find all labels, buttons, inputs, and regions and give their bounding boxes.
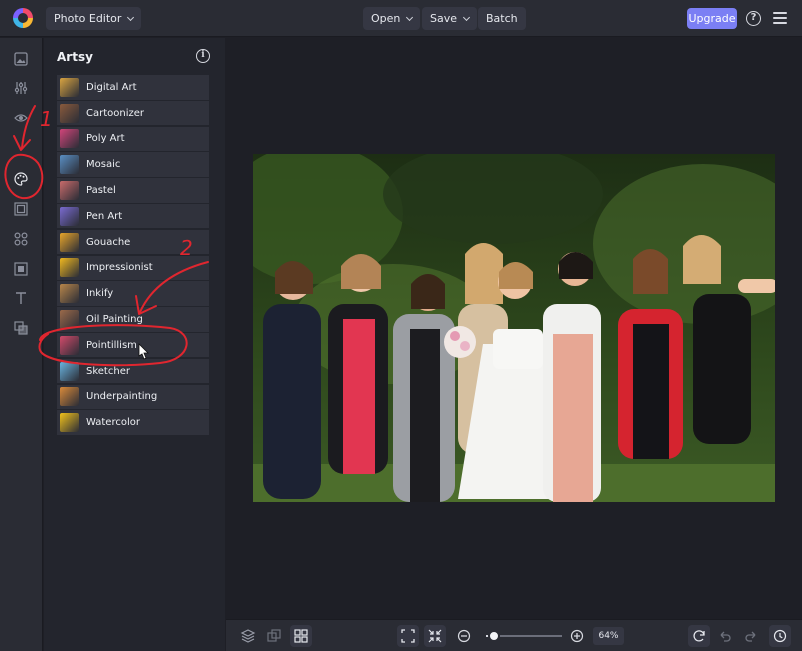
open-label: Open bbox=[371, 12, 401, 25]
effect-item[interactable]: Underpainting bbox=[57, 384, 209, 410]
effect-label: Mosaic bbox=[86, 159, 121, 171]
effect-thumbnail bbox=[60, 180, 79, 200]
artsy-panel: Artsy i Digital Art Cartoonizer Poly Art Mo… bbox=[44, 38, 225, 651]
grid-icon[interactable] bbox=[290, 625, 312, 647]
effect-thumbnail bbox=[60, 103, 79, 123]
compare-icon[interactable] bbox=[266, 628, 282, 644]
zoom-in-icon[interactable] bbox=[569, 628, 585, 644]
effect-label: Pen Art bbox=[86, 210, 123, 222]
effect-item[interactable]: Pastel bbox=[57, 178, 209, 203]
effect-item[interactable]: Watercolor bbox=[57, 410, 209, 435]
effect-thumbnail bbox=[60, 361, 79, 381]
chevron-down-icon bbox=[406, 13, 414, 22]
overlay-icon[interactable] bbox=[14, 320, 28, 335]
effect-thumbnail bbox=[60, 258, 79, 278]
effect-label: Pointillism bbox=[86, 339, 137, 351]
photo-canvas[interactable] bbox=[253, 154, 775, 502]
reset-icon[interactable] bbox=[688, 625, 710, 647]
effect-label: Sketcher bbox=[86, 365, 130, 377]
zoom-out-icon[interactable] bbox=[456, 628, 472, 644]
batch-button[interactable]: Batch bbox=[478, 7, 526, 30]
effect-thumbnail bbox=[60, 129, 79, 149]
sliders-icon[interactable] bbox=[14, 80, 28, 94]
effect-thumbnail bbox=[60, 232, 79, 252]
text-icon[interactable] bbox=[14, 290, 28, 304]
effect-item[interactable]: Gouache bbox=[57, 229, 209, 255]
effect-item[interactable]: Digital Art bbox=[57, 75, 209, 100]
effect-item[interactable]: Poly Art bbox=[57, 126, 209, 152]
chevron-down-icon bbox=[127, 13, 135, 22]
effect-thumbnail bbox=[60, 309, 79, 329]
effect-item[interactable]: Pen Art bbox=[57, 203, 209, 229]
effect-label: Impressionist bbox=[86, 262, 153, 274]
effect-item[interactable]: Sketcher bbox=[57, 358, 209, 384]
effect-item[interactable]: Inkify bbox=[57, 281, 209, 306]
panel-title: Artsy bbox=[57, 50, 93, 64]
elements-icon[interactable] bbox=[14, 231, 28, 246]
question-circle-icon[interactable]: ? bbox=[746, 11, 761, 26]
upgrade-button[interactable]: Upgrade bbox=[687, 8, 737, 29]
frame-icon[interactable] bbox=[14, 201, 28, 216]
canvas-area bbox=[226, 38, 802, 619]
palette-icon[interactable] bbox=[14, 171, 28, 186]
effect-thumbnail bbox=[60, 77, 79, 97]
crop-frame-icon[interactable] bbox=[14, 261, 28, 276]
tool-rail bbox=[0, 38, 43, 651]
effect-label: Inkify bbox=[86, 288, 114, 300]
eye-icon[interactable] bbox=[14, 110, 28, 124]
effect-list: Digital Art Cartoonizer Poly Art Mosaic Past… bbox=[57, 75, 209, 436]
effect-item[interactable]: Oil Painting bbox=[57, 307, 209, 332]
image-icon[interactable] bbox=[14, 51, 28, 66]
effect-label: Digital Art bbox=[86, 81, 137, 93]
redo-icon[interactable] bbox=[743, 628, 759, 644]
effect-label: Watercolor bbox=[86, 417, 140, 429]
effect-item[interactable]: Impressionist bbox=[57, 255, 209, 281]
photo-editor-menu-button[interactable]: Photo Editor bbox=[46, 7, 142, 30]
fit-screen-icon[interactable] bbox=[397, 625, 419, 647]
info-icon[interactable]: i bbox=[196, 49, 210, 63]
effect-label: Oil Painting bbox=[86, 313, 143, 325]
open-button[interactable]: Open bbox=[363, 7, 421, 30]
effect-thumbnail bbox=[60, 284, 79, 304]
effect-thumbnail bbox=[60, 155, 79, 175]
top-bar: Photo Editor Open Save Batch Upgrade ? bbox=[0, 0, 802, 37]
effect-label: Underpainting bbox=[86, 391, 158, 403]
save-label: Save bbox=[430, 12, 458, 25]
zoom-slider[interactable] bbox=[486, 630, 562, 642]
effect-item[interactable]: Mosaic bbox=[57, 152, 209, 177]
photo-editor-label: Photo Editor bbox=[54, 12, 122, 25]
effect-thumbnail bbox=[60, 335, 79, 355]
history-icon[interactable] bbox=[769, 625, 791, 647]
bottom-toolbar: 64% bbox=[226, 619, 802, 651]
layers-icon[interactable] bbox=[240, 628, 256, 644]
effect-item[interactable]: Pointillism bbox=[57, 332, 209, 358]
hamburger-icon[interactable] bbox=[773, 12, 787, 24]
zoom-slider-handle[interactable] bbox=[487, 630, 500, 642]
batch-label: Batch bbox=[486, 12, 518, 25]
effect-thumbnail bbox=[60, 413, 79, 433]
effect-label: Poly Art bbox=[86, 133, 125, 145]
effect-item[interactable]: Cartoonizer bbox=[57, 100, 209, 126]
actual-size-icon[interactable] bbox=[424, 625, 446, 647]
effect-thumbnail bbox=[60, 206, 79, 226]
zoom-level[interactable]: 64% bbox=[593, 627, 624, 645]
effect-label: Cartoonizer bbox=[86, 107, 145, 119]
app-logo-icon[interactable] bbox=[13, 8, 33, 28]
effect-label: Pastel bbox=[86, 184, 116, 196]
chevron-down-icon bbox=[462, 13, 471, 22]
effect-thumbnail bbox=[60, 387, 79, 407]
save-button[interactable]: Save bbox=[422, 7, 478, 30]
undo-icon[interactable] bbox=[717, 628, 733, 644]
effect-label: Gouache bbox=[86, 236, 131, 248]
